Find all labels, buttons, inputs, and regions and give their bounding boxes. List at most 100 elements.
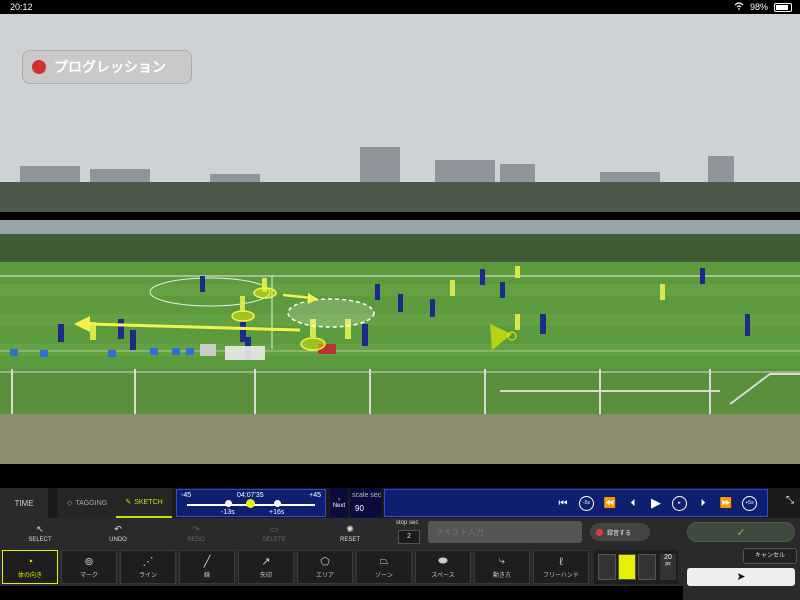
line-icon: ╱ (203, 556, 211, 568)
undo-label: UNDO (109, 536, 127, 543)
skip-start-icon[interactable]: ⏮ (556, 498, 570, 509)
stop-label: stop sec (396, 520, 419, 526)
timeline-max: +45 (309, 492, 321, 499)
rewind-5-button[interactable]: -5s (579, 495, 594, 511)
reset-label: RESET (339, 536, 360, 543)
trash-icon: ▭ (269, 523, 279, 534)
movement-icon: ⤷ (498, 555, 506, 567)
stop-selector[interactable]: stop sec 2 (396, 520, 424, 546)
next-button[interactable]: › Next (330, 488, 348, 518)
tool-freehand[interactable]: ℓ フリーハンド (533, 550, 589, 584)
mode-and-transport-bar: TIME ◇ TAGGING ✎ SKETCH -45 04:07'35 +45… (0, 488, 800, 518)
send-button[interactable]: ➤ (687, 568, 795, 586)
tab-tagging[interactable]: ◇ TAGGING (58, 488, 116, 518)
status-bar: 20:12 98% (0, 0, 800, 14)
tool-arrow[interactable]: ↗ 矢印 (238, 550, 294, 584)
undo-button[interactable]: ↶ UNDO (80, 518, 156, 548)
tool-label: エリア (315, 573, 334, 579)
area-icon: ⬠ (320, 556, 330, 568)
collapse-icon[interactable]: ⤡ (786, 495, 794, 506)
reset-button[interactable]: ✺ RESET (312, 518, 388, 548)
zone-icon: ⏢ (379, 555, 389, 567)
video-view[interactable]: プログレッション (0, 14, 800, 464)
tool-line[interactable]: ╱ 線 (179, 550, 235, 584)
delete-label: DELETE (262, 536, 286, 543)
fast-forward-icon[interactable]: ⏩ (719, 498, 733, 509)
tool-space[interactable]: ⬬ スペース (415, 550, 471, 584)
tool-label: 線 (203, 573, 210, 579)
tool-line-connect[interactable]: ⋰ ライン (120, 550, 176, 584)
text-input[interactable] (428, 521, 582, 543)
reset-icon: ✺ (346, 523, 354, 534)
step-forward-icon[interactable]: ⏵ (696, 498, 710, 509)
line-style-swatch[interactable] (598, 554, 616, 580)
battery-icon (774, 2, 792, 12)
forward-5-button[interactable]: +5s (742, 495, 757, 511)
stroke-width-value: 20 (664, 554, 672, 561)
slow-play-icon[interactable]: ▸ (672, 495, 687, 511)
record-audio-label: 録音する (607, 530, 632, 537)
confirm-button[interactable]: ✓ (687, 522, 795, 542)
scale-value: 90 (355, 504, 364, 513)
mark-icon: ⊚ (84, 556, 94, 568)
body-direction-icon: ◔ (26, 555, 34, 568)
timeline-right-offset: +16s (269, 509, 285, 516)
redo-icon: ↷ (192, 523, 200, 534)
tool-label: スペース (431, 573, 455, 579)
freehand-icon: ℓ (559, 555, 563, 568)
edit-toolbar: ↖ SELECT ↶ UNDO ↷ REDO ▭ DELETE ✺ RESET … (0, 518, 683, 548)
recording-indicator[interactable]: プログレッション (22, 50, 192, 84)
action-panel: ✓ キャンセル ➤ (683, 518, 800, 600)
play-icon[interactable]: ▶ (649, 495, 663, 511)
tool-label: 動き方 (492, 573, 511, 579)
next-label: Next (332, 503, 346, 509)
sketch-icon: ✎ (125, 499, 132, 506)
record-dot-icon (32, 60, 46, 74)
stroke-width-unit: px (665, 561, 671, 567)
arrow-icon: ↗ (261, 556, 271, 568)
timeline-end-handle[interactable] (274, 500, 281, 507)
tool-label: マーク (79, 573, 98, 579)
check-icon: ✓ (736, 527, 746, 539)
tool-movement[interactable]: ⤷ 動き方 (474, 550, 530, 584)
color-swatch-yellow[interactable] (618, 554, 636, 580)
undo-icon: ↶ (114, 523, 122, 534)
tab-sketch[interactable]: ✎ SKETCH (116, 488, 172, 518)
scale-label: scale sec (352, 492, 382, 499)
tool-label: ライン (138, 573, 157, 579)
tool-body-direction[interactable]: ◔ 体の向き (2, 550, 58, 584)
transport-controls: ⏮ -5s ⏪ ⏴ ▶ ▸ ⏵ ⏩ +5s (384, 489, 768, 517)
tool-zone[interactable]: ⏢ ゾーン (356, 550, 412, 584)
timeline-min: -45 (181, 492, 192, 499)
delete-button[interactable]: ▭ DELETE (236, 518, 312, 548)
space-icon: ⬬ (438, 555, 448, 567)
recording-label: プログレッション (54, 59, 166, 75)
step-back-icon[interactable]: ⏴ (626, 498, 640, 509)
stop-value: 2 (398, 530, 420, 544)
tab-time[interactable]: TIME (0, 488, 48, 518)
tool-label: フリーハンド (543, 572, 579, 579)
redo-button[interactable]: ↷ REDO (158, 518, 234, 548)
cancel-button[interactable]: キャンセル (743, 548, 797, 564)
timeline-start-handle[interactable] (225, 500, 232, 507)
send-icon: ➤ (736, 571, 746, 583)
redo-label: REDO (187, 536, 205, 543)
stroke-width-selector[interactable]: 20 px (660, 554, 676, 580)
scale-selector[interactable]: scale sec 90 (350, 488, 382, 518)
rewind-icon[interactable]: ⏪ (603, 498, 617, 509)
tool-mark[interactable]: ⊚ マーク (61, 550, 117, 584)
timeline-playhead[interactable] (246, 499, 255, 508)
tab-tagging-label: TAGGING (75, 499, 108, 507)
timeline-scrubber[interactable]: -45 04:07'35 +45 -13s +16s (176, 489, 326, 517)
mark-style-swatch[interactable] (638, 554, 656, 580)
tool-label: 矢印 (259, 573, 272, 579)
tag-icon: ◇ (66, 500, 73, 507)
record-audio-button[interactable]: 録音する (590, 523, 650, 541)
wifi-icon (734, 2, 744, 12)
timeline-current: 04:07'35 (237, 492, 264, 499)
tab-sketch-label: SKETCH (134, 498, 163, 506)
battery-percent: 98% (749, 2, 768, 12)
tool-area[interactable]: ⬠ エリア (297, 550, 353, 584)
select-button[interactable]: ↖ SELECT (2, 518, 78, 548)
timeline-left-offset: -13s (221, 509, 235, 516)
